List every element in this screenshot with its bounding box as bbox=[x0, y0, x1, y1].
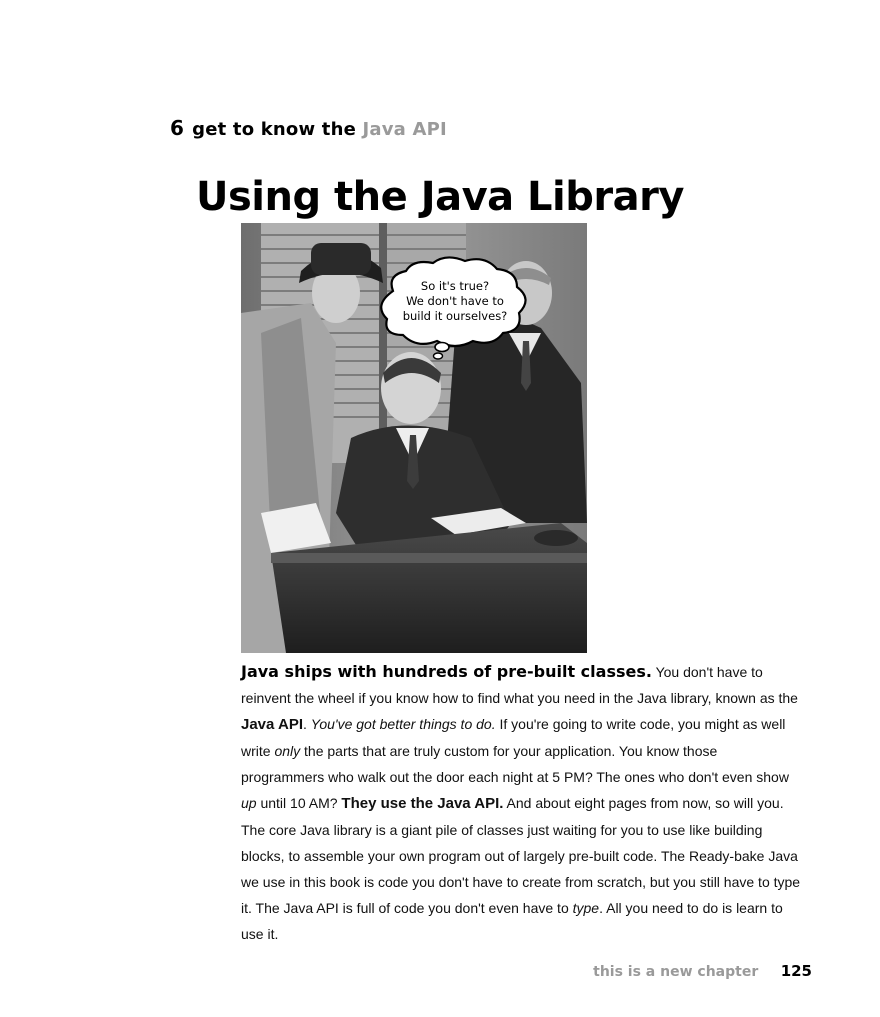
body-text-run: the parts that are truly custom for your… bbox=[241, 743, 789, 785]
bold-phrase: Java API bbox=[241, 716, 303, 733]
page-number: 125 bbox=[780, 962, 812, 980]
bubble-line: We don't have to bbox=[406, 294, 504, 308]
body-text-run: until 10 AM? bbox=[256, 795, 342, 811]
bubble-line: build it ourselves? bbox=[402, 309, 508, 323]
italic-phrase: up bbox=[241, 795, 257, 811]
footer-note: this is a new chapter bbox=[593, 964, 759, 980]
chapter-header: 6 get to know the Java API bbox=[170, 116, 447, 140]
italic-phrase: type bbox=[572, 900, 600, 916]
thought-bubble-text: So it's true? We don't have to build it … bbox=[391, 279, 519, 324]
body-paragraph: Java ships with hundreds of pre-built cl… bbox=[241, 659, 801, 947]
page-title: Using the Java Library bbox=[196, 174, 684, 220]
bold-phrase: They use the Java API. bbox=[341, 795, 504, 812]
italic-phrase: only bbox=[274, 743, 301, 759]
body-text-run: And about eight pages from now, so will … bbox=[241, 795, 801, 916]
page-footer: this is a new chapter 125 bbox=[593, 962, 812, 980]
bubble-line: So it's true? bbox=[420, 279, 490, 293]
chapter-prefix: get to know the bbox=[192, 119, 363, 140]
chapter-number: 6 bbox=[170, 116, 185, 140]
lead-sentence: Java ships with hundreds of pre-built cl… bbox=[241, 662, 652, 681]
chapter-accent: Java API bbox=[362, 119, 447, 140]
italic-phrase: You've got better things to do. bbox=[310, 716, 496, 732]
body-text-run: . bbox=[303, 716, 311, 732]
